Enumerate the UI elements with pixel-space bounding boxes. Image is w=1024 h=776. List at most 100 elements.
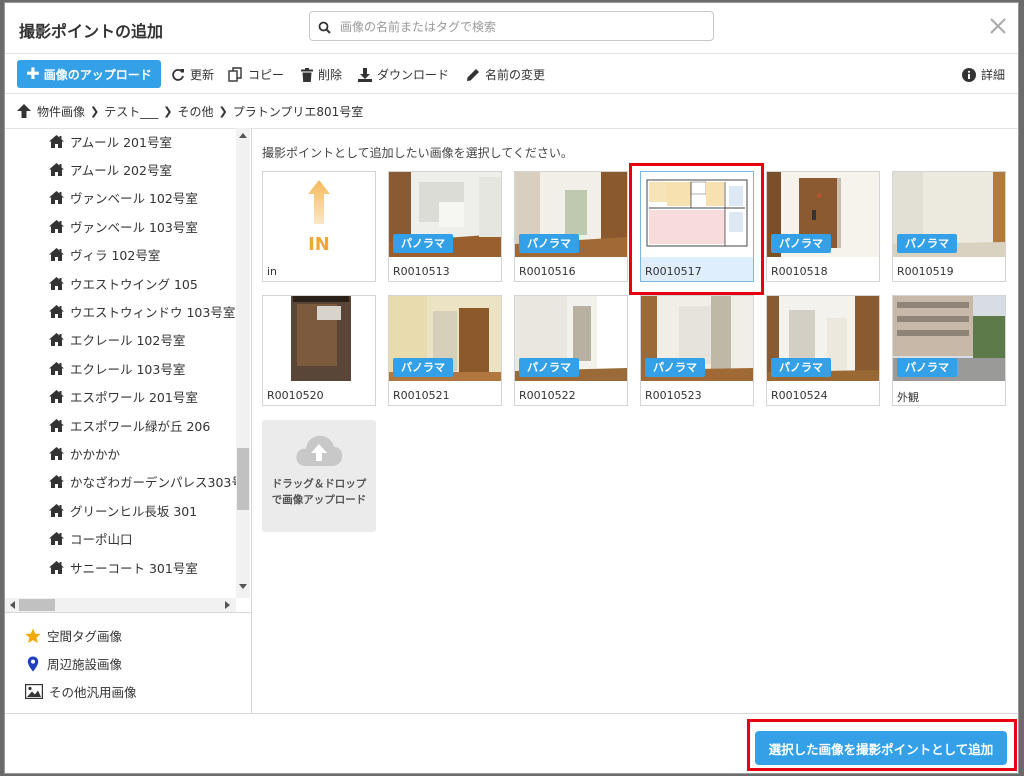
tree-item[interactable]: かかかか: [49, 443, 120, 463]
image-name: R0010524: [771, 389, 828, 402]
image-card[interactable]: パノラマ R0010522: [514, 295, 628, 406]
tree-item-label: エスポワール緑が丘 206: [70, 418, 211, 434]
tree-item[interactable]: ヴァンベール 103号室: [49, 216, 198, 236]
search-input[interactable]: [338, 15, 712, 39]
tree-item[interactable]: エクレール 102号室: [49, 330, 185, 350]
tree-item[interactable]: ウエストウイング 105: [49, 273, 198, 293]
copy-button[interactable]: コピー: [228, 66, 284, 83]
panorama-badge: パノラマ: [897, 234, 957, 253]
close-icon[interactable]: [988, 16, 1008, 36]
image-name: 外観: [897, 391, 919, 404]
image-card[interactable]: パノラマ R0010524: [766, 295, 880, 406]
home-icon: [49, 503, 64, 517]
scroll-left-arrow[interactable]: [10, 601, 15, 609]
vertical-scrollbar[interactable]: [236, 128, 250, 598]
details-label: 詳細: [981, 68, 1006, 82]
tree-item[interactable]: エクレール 103号室: [49, 358, 185, 378]
tree-item[interactable]: エスポワール 201号室: [49, 387, 198, 407]
breadcrumb: 物件画像 ❯ テスト___ ❯ その他 ❯ プラトンプリエ801号室: [5, 94, 1018, 129]
image-thumbnail: [263, 296, 375, 381]
image-card[interactable]: パノラマ 外観: [892, 295, 1006, 406]
panorama-badge: パノラマ: [771, 358, 831, 377]
search-icon: [318, 19, 331, 38]
rename-button[interactable]: 名前の変更: [466, 66, 545, 83]
breadcrumb-item[interactable]: 物件画像: [37, 103, 85, 120]
refresh-label: 更新: [190, 68, 215, 82]
home-icon: [49, 333, 64, 347]
category-label: 空間タグ画像: [47, 629, 123, 644]
image-card[interactable]: IN in: [262, 171, 376, 282]
scroll-down-arrow[interactable]: [239, 584, 247, 589]
tree-item-label: アムール 202号室: [70, 162, 172, 178]
horizontal-scrollbar[interactable]: [5, 598, 236, 612]
dropzone-text: で画像アップロード: [271, 494, 367, 506]
tree-item[interactable]: エスポワール緑が丘 206: [49, 415, 210, 435]
download-button[interactable]: ダウンロード: [358, 66, 449, 83]
image-name: R0010519: [897, 265, 954, 278]
folder-tree: アムール 201号室 アムール 202号室ヴァンベール 102号室 ヴァンベール 1…: [5, 128, 236, 584]
panorama-badge: パノラマ: [897, 358, 957, 377]
arrow-up-icon[interactable]: [17, 104, 31, 118]
category-spatial-tag[interactable]: 空間タグ画像: [25, 626, 122, 645]
tree-item[interactable]: グリーンヒル長坂 301: [49, 500, 197, 520]
image-icon: [25, 684, 43, 699]
home-icon: [49, 162, 64, 176]
panorama-badge: パノラマ: [519, 358, 579, 377]
tree-item[interactable]: アムール 201号室: [49, 131, 172, 151]
image-card[interactable]: パノラマ R0010513: [388, 171, 502, 282]
image-name: R0010513: [393, 265, 450, 278]
tree-item[interactable]: かなざわガーデンパレス303号: [49, 472, 236, 492]
home-icon: [49, 361, 64, 375]
search-box[interactable]: [309, 11, 714, 41]
svg-text:8: 8: [817, 192, 821, 200]
image-name: R0010517: [645, 265, 702, 278]
category-label: 周辺施設画像: [47, 657, 123, 672]
image-name: R0010518: [771, 265, 828, 278]
home-icon: [49, 219, 64, 233]
tree-item-label: サニーコート 301号室: [70, 560, 198, 576]
delete-button[interactable]: 削除: [301, 66, 342, 83]
home-icon: [49, 276, 64, 290]
h-scrollbar-thumb[interactable]: [19, 599, 55, 611]
info-icon: [962, 67, 976, 82]
breadcrumb-item-current: プラトンプリエ801号室: [232, 104, 364, 119]
tree-item[interactable]: ウエストウィンドウ 103号室: [49, 301, 235, 321]
upload-image-button[interactable]: ✚ 画像のアップロード: [17, 60, 161, 88]
tree-item-label: アムール 201号室: [70, 134, 172, 150]
tree-item[interactable]: サニーコート 301号室: [49, 557, 198, 577]
image-name: R0010521: [393, 389, 450, 402]
scrollbar-thumb[interactable]: [237, 448, 249, 510]
breadcrumb-item[interactable]: その他: [177, 103, 213, 120]
chevron-right-icon: ❯: [218, 104, 228, 118]
tree-item-label: コーポ山口: [70, 532, 133, 548]
category-nearby[interactable]: 周辺施設画像: [25, 654, 122, 673]
tree-item[interactable]: ヴァンベール 102号室: [49, 188, 198, 208]
category-other[interactable]: その他汎用画像: [25, 682, 137, 701]
image-name: R0010520: [267, 389, 324, 402]
refresh-button[interactable]: 更新: [171, 66, 214, 83]
drag-drop-upload-zone[interactable]: ドラッグ＆ドロップ で画像アップロード: [262, 420, 376, 532]
image-card[interactable]: パノラマ R0010516: [514, 171, 628, 282]
image-card[interactable]: パノラマ R0010519: [892, 171, 1006, 282]
image-card[interactable]: 8 パノラマ R0010518: [766, 171, 880, 282]
image-card-selected[interactable]: R0010517: [640, 171, 754, 282]
add-selected-image-button[interactable]: 選択した画像を撮影ポイントとして追加: [755, 731, 1007, 765]
image-card[interactable]: パノラマ R0010521: [388, 295, 502, 406]
tree-item[interactable]: ヴィラ 102号室: [49, 245, 160, 265]
download-icon: [358, 67, 372, 82]
breadcrumb-item[interactable]: テスト___: [104, 103, 158, 120]
scroll-up-arrow[interactable]: [239, 133, 247, 138]
scroll-right-arrow[interactable]: [225, 601, 230, 609]
tree-item-label: グリーンヒル長坂 301: [70, 503, 198, 519]
details-button[interactable]: 詳細: [962, 66, 1005, 83]
tree-item-label: かなざわガーデンパレス303号: [70, 475, 236, 491]
dialog-title: 撮影ポイントの追加: [19, 22, 164, 41]
panorama-badge: パノラマ: [393, 234, 453, 253]
image-name: R0010522: [519, 389, 576, 402]
image-card[interactable]: パノラマ R0010523: [640, 295, 754, 406]
image-card[interactable]: R0010520: [262, 295, 376, 406]
tree-item[interactable]: アムール 202号室: [49, 159, 172, 179]
tree-item[interactable]: コーポ山口: [49, 529, 133, 549]
dialog-header: 撮影ポイントの追加: [5, 3, 1018, 54]
copy-label: コピー: [248, 68, 285, 82]
